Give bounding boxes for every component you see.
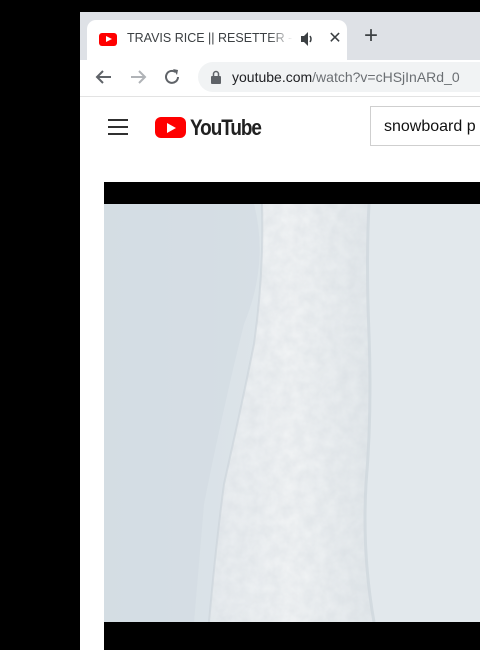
hamburger-icon[interactable] [108, 119, 128, 135]
back-button[interactable] [92, 65, 116, 89]
video-player[interactable] [104, 182, 480, 650]
tab-title: TRAVIS RICE || RESETTER - YouTube [127, 31, 293, 45]
tab-active[interactable]: TRAVIS RICE || RESETTER - YouTube ✕ [87, 20, 347, 60]
browser-window: TRAVIS RICE || RESETTER - YouTube ✕ + yo… [80, 12, 480, 650]
url-text: youtube.com/watch?v=cHSjInARd_0 [232, 69, 460, 85]
new-tab-button[interactable]: + [360, 24, 382, 48]
browser-toolbar: youtube.com/watch?v=cHSjInARd_0 [80, 60, 480, 97]
address-bar[interactable]: youtube.com/watch?v=cHSjInARd_0 [198, 62, 480, 92]
url-path: /watch?v=cHSjInARd_0 [312, 69, 460, 85]
close-icon[interactable]: ✕ [326, 29, 344, 49]
speaker-icon[interactable] [299, 30, 315, 48]
lock-icon [211, 70, 221, 84]
reload-button[interactable] [160, 65, 184, 89]
tab-strip: TRAVIS RICE || RESETTER - YouTube ✕ + [80, 12, 480, 60]
youtube-play-icon [155, 117, 186, 138]
url-host: youtube.com [232, 69, 313, 85]
search-value: snowboard p [384, 118, 476, 135]
video-frame[interactable] [104, 204, 480, 622]
youtube-header: YouTube snowboard p [80, 97, 480, 153]
forward-button[interactable] [126, 65, 150, 89]
youtube-logo[interactable]: YouTube [155, 115, 265, 140]
youtube-favicon-icon [99, 33, 117, 46]
youtube-logo-text: YouTube [190, 115, 262, 140]
snowy-mountain-image [104, 204, 480, 622]
search-input[interactable]: snowboard p [370, 106, 480, 146]
